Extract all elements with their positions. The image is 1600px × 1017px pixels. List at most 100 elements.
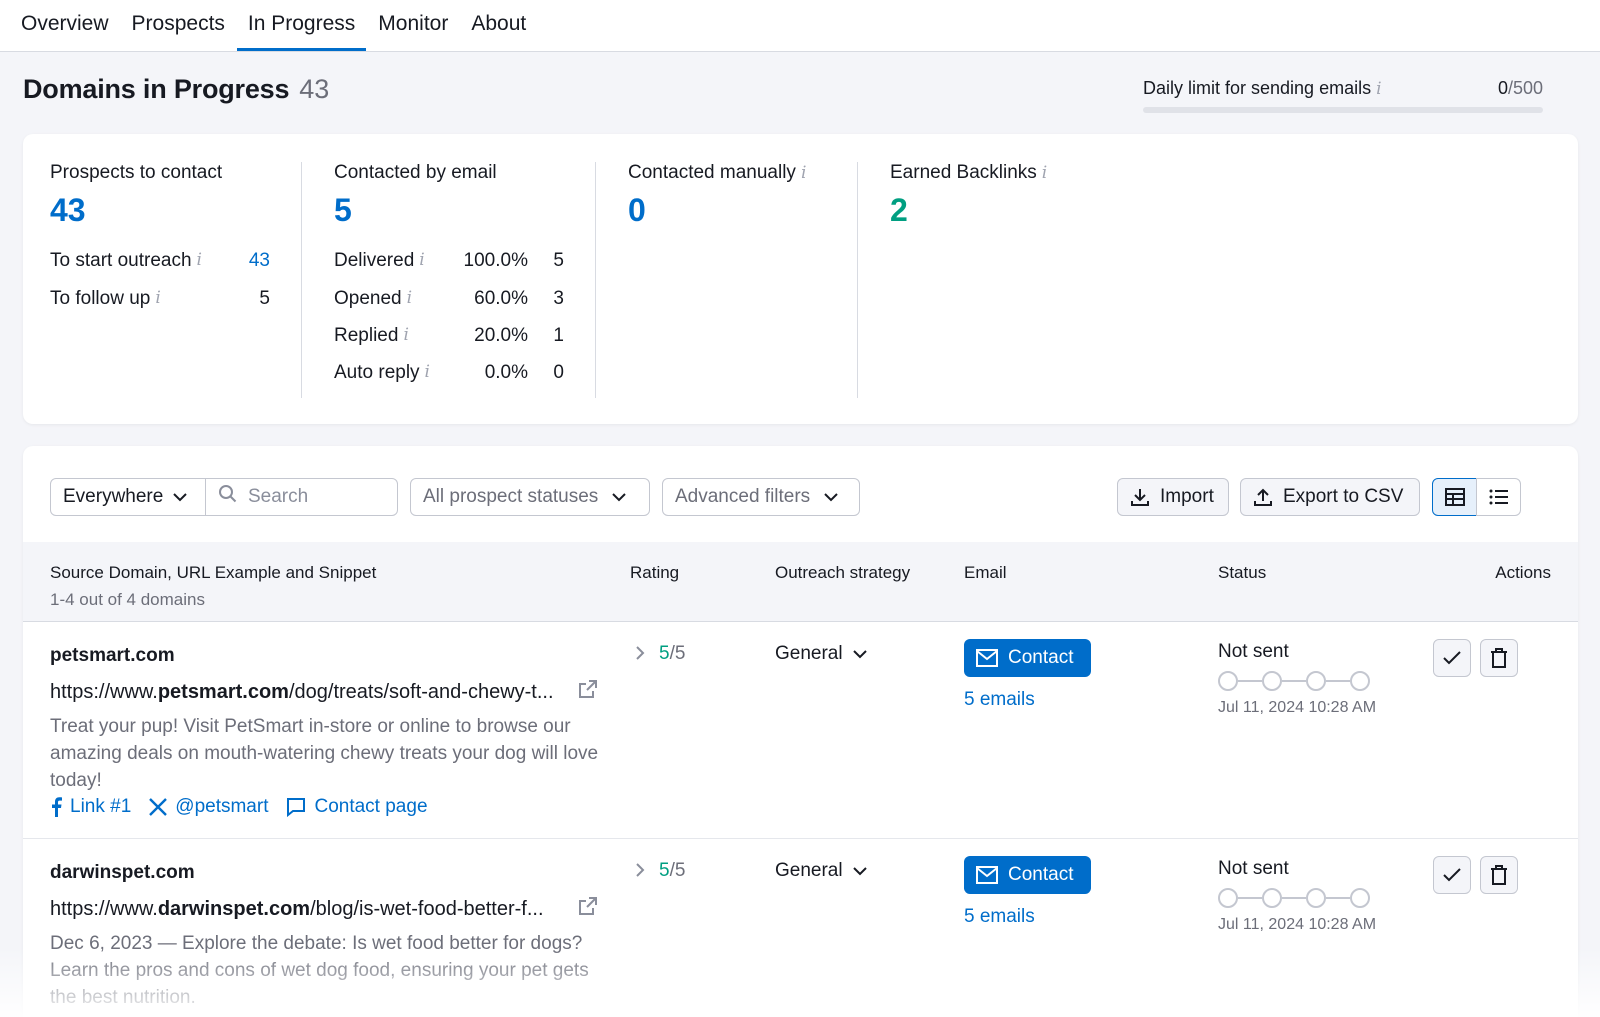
- row-domain[interactable]: darwinspet.com: [50, 862, 195, 884]
- contact-button[interactable]: Contact: [964, 639, 1091, 677]
- info-icon[interactable]: i: [419, 250, 424, 272]
- info-icon[interactable]: i: [407, 288, 412, 310]
- to-start-outreach-row: To start outreach i 43: [50, 250, 270, 272]
- step-line: [1326, 680, 1350, 682]
- daily-limit: Daily limit for sending emails i 0/500: [1143, 78, 1543, 113]
- external-link-icon[interactable]: [578, 679, 598, 705]
- prospects-value[interactable]: 43: [50, 190, 222, 230]
- column-actions: Actions: [1495, 563, 1551, 582]
- step-line: [1282, 680, 1306, 682]
- table-view-icon: [1444, 488, 1465, 506]
- mark-done-button[interactable]: [1433, 639, 1471, 677]
- daily-limit-label: Daily limit for sending emails i: [1143, 78, 1382, 99]
- column-email[interactable]: Email: [964, 563, 1007, 583]
- stats-divider: [595, 162, 596, 398]
- table-view-toggle[interactable]: [1432, 478, 1477, 516]
- manual-value[interactable]: 0: [628, 190, 806, 230]
- info-icon[interactable]: i: [155, 288, 160, 310]
- scope-select[interactable]: Everywhere: [50, 478, 206, 516]
- strategy-select[interactable]: General: [775, 860, 867, 882]
- table-row: petsmart.com https://www.petsmart.com/do…: [23, 623, 1578, 839]
- emails-link[interactable]: 5 emails: [964, 689, 1035, 711]
- step-line: [1282, 897, 1306, 899]
- step-dot: [1262, 888, 1282, 908]
- step-dot: [1218, 888, 1238, 908]
- column-status[interactable]: Status: [1218, 563, 1266, 583]
- tab-in-progress[interactable]: In Progress: [236, 11, 367, 51]
- info-icon[interactable]: i: [801, 163, 806, 183]
- emails-link[interactable]: 5 emails: [964, 906, 1035, 928]
- step-line: [1238, 897, 1262, 899]
- to-start-outreach-value[interactable]: 43: [249, 250, 270, 272]
- row-date: Jul 11, 2024 10:28 AM: [1218, 916, 1377, 933]
- row-rating[interactable]: 5/5: [636, 643, 685, 665]
- strategy-select[interactable]: General: [775, 643, 867, 665]
- mark-done-button[interactable]: [1433, 856, 1471, 894]
- row-status: Not sent: [1218, 641, 1289, 662]
- top-nav: Overview Prospects In Progress Monitor A…: [0, 0, 1600, 52]
- tab-about[interactable]: About: [460, 11, 537, 51]
- row-domain[interactable]: petsmart.com: [50, 645, 175, 667]
- auto-reply-row: Auto reply i 0.0% 0: [334, 362, 564, 384]
- stats-card: Prospects to contact 43 To start outreac…: [23, 134, 1578, 424]
- contact-page-link[interactable]: Contact page: [286, 796, 428, 818]
- contact-button[interactable]: Contact: [964, 856, 1091, 894]
- x-icon: [149, 798, 168, 816]
- status-filter-select[interactable]: All prospect statuses: [410, 478, 650, 516]
- tab-monitor[interactable]: Monitor: [367, 11, 459, 51]
- chevron-down-icon: [852, 863, 867, 879]
- list-view-toggle[interactable]: [1476, 478, 1521, 516]
- external-link-icon[interactable]: [578, 896, 598, 922]
- mail-icon: [976, 649, 1008, 667]
- list-view-icon: [1489, 488, 1509, 506]
- row-url[interactable]: https://www.darwinspet.com/blog/is-wet-f…: [50, 898, 544, 921]
- chat-icon: [286, 797, 306, 817]
- import-button[interactable]: Import: [1117, 478, 1229, 516]
- advanced-filters-select[interactable]: Advanced filters: [662, 478, 860, 516]
- delivered-row: Delivered i 100.0% 5: [334, 250, 564, 272]
- row-date: Jul 11, 2024 10:28 AM: [1218, 699, 1377, 716]
- facebook-icon: [50, 797, 62, 817]
- tab-overview[interactable]: Overview: [20, 11, 120, 51]
- backlinks-value[interactable]: 2: [890, 190, 1047, 230]
- facebook-link[interactable]: Link #1: [50, 796, 131, 818]
- info-icon[interactable]: i: [425, 362, 430, 384]
- info-icon[interactable]: i: [197, 250, 202, 272]
- column-source[interactable]: Source Domain, URL Example and Snippet: [50, 563, 376, 583]
- column-rating[interactable]: Rating: [630, 563, 679, 583]
- page-title: Domains in Progress: [23, 74, 290, 104]
- upload-icon: [1253, 487, 1273, 507]
- tab-prospects[interactable]: Prospects: [121, 11, 236, 51]
- to-follow-up-row: To follow up i 5: [50, 288, 270, 310]
- info-icon[interactable]: i: [403, 325, 408, 347]
- step-dot: [1350, 888, 1370, 908]
- search-icon: [218, 484, 238, 510]
- status-steps: [1218, 888, 1370, 908]
- chevron-down-icon: [173, 489, 188, 505]
- to-follow-up-value: 5: [259, 288, 270, 309]
- x-link[interactable]: @petsmart: [149, 796, 268, 818]
- row-links: Link #1 @petsmart Contact page: [50, 796, 446, 818]
- info-icon[interactable]: i: [1042, 163, 1047, 183]
- row-url[interactable]: https://www.petsmart.com/dog/treats/soft…: [50, 681, 554, 704]
- table-count: 1-4 out of 4 domains: [50, 590, 205, 609]
- table-header: Source Domain, URL Example and Snippet R…: [23, 542, 1578, 622]
- search-box[interactable]: [205, 478, 398, 516]
- chevron-right-icon: [636, 644, 645, 665]
- info-icon[interactable]: i: [1376, 79, 1381, 99]
- mail-icon: [976, 866, 1008, 884]
- delete-button[interactable]: [1480, 856, 1518, 894]
- replied-row: Replied i 20.0% 1: [334, 325, 564, 347]
- stats-divider: [301, 162, 302, 398]
- email-value[interactable]: 5: [334, 190, 497, 230]
- search-input[interactable]: [248, 486, 388, 508]
- domains-table-card: Everywhere All prospect statuses Advance…: [23, 446, 1578, 1017]
- delete-button[interactable]: [1480, 639, 1518, 677]
- export-csv-button[interactable]: Export to CSV: [1240, 478, 1420, 516]
- row-rating[interactable]: 5/5: [636, 860, 685, 882]
- backlinks-label: Earned Backlinks i: [890, 162, 1048, 183]
- step-line: [1238, 680, 1262, 682]
- column-strategy[interactable]: Outreach strategy: [775, 563, 910, 583]
- email-label: Contacted by email: [334, 162, 497, 183]
- manual-stat: Contacted manually i 0: [628, 162, 806, 230]
